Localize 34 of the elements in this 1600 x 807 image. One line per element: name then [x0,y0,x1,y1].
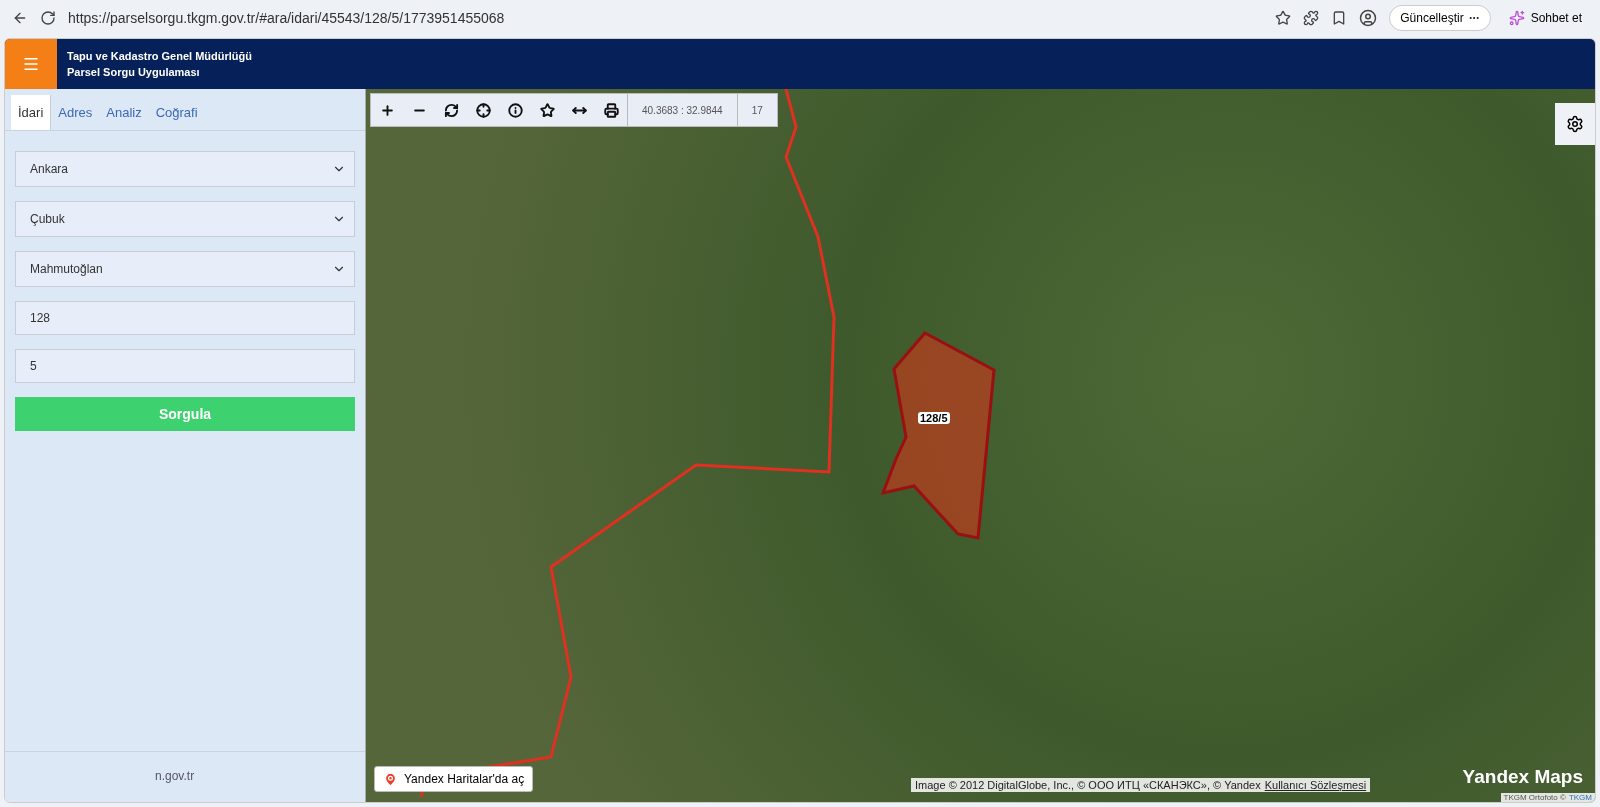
chat-button[interactable]: Sohbet et [1502,9,1588,27]
map-pin-icon [383,771,398,787]
sparkle-icon [1508,10,1525,26]
back-icon[interactable] [12,10,28,26]
parcel-label: 128/5 [918,412,950,424]
reload-icon[interactable] [40,10,56,26]
address-bar[interactable]: https://parselsorgu.tkgm.gov.tr/#ara/idari/45543/128/5/1773951455068 [68,10,1264,26]
footer-text: n.gov.tr [155,769,195,783]
input-field[interactable]: 5 [15,349,355,383]
ortofoto-link[interactable]: TKGM [1568,793,1592,802]
settings-icon [1566,115,1584,133]
app-title: Tapu ve Kadastro Genel Müdürlüğü [67,50,252,62]
settings-button[interactable] [1555,103,1595,145]
dropdown-field[interactable]: Mahmutoğlan [15,251,355,287]
star-icon[interactable] [1275,10,1292,26]
profile-icon[interactable] [1359,9,1378,27]
coordinates-text: 40.3683 : 32.9844 [627,94,737,126]
sidebar-tab[interactable]: Coğrafi [148,95,205,130]
dropdown-field[interactable]: Çubuk [15,201,355,237]
dropdown-field[interactable]: Ankara [15,151,355,187]
app-subtitle: Parsel Sorgu Uygulaması [67,66,201,78]
sidebar-tab[interactable]: Analiz [99,95,149,130]
map-logo: Yandex Maps [1462,766,1583,788]
terms-link[interactable]: Kullanıcı Sözleşmesi [1264,779,1367,791]
menu-icon [22,55,40,73]
ortofoto-text: TKGM Ortofoto © [1503,793,1566,802]
update-button[interactable]: Güncelleştir [1389,5,1491,31]
sidebar-tab[interactable]: Adres [51,95,100,130]
zoom-level-text: 17 [736,94,777,126]
sidebar-tab[interactable]: İdari [11,95,52,130]
attribution-text: Image © 2012 DigitalGlobe, Inc., © ООО ИТЦ «СКАНЭКС», © Yandex [915,779,1261,791]
puzzle-icon[interactable] [1303,10,1320,26]
open-in-maps-button[interactable]: Yandex Haritalar'da aç [374,766,534,792]
input-field[interactable]: 128 [15,301,355,335]
